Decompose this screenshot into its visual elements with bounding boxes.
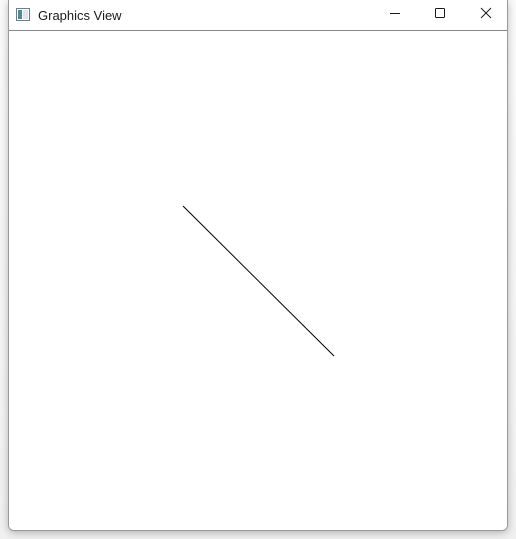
maximize-button[interactable] [417,0,463,30]
window-title: Graphics View [38,8,122,23]
minimize-button[interactable] [372,0,418,30]
maximize-icon [434,6,446,24]
graphics-scene [182,205,335,357]
window-app-icon [16,8,30,21]
close-button[interactable] [463,0,507,30]
minimize-icon [389,6,401,24]
close-icon [480,6,492,24]
graphics-view-canvas[interactable] [9,31,507,530]
scene-line-item[interactable] [182,205,335,357]
graphics-view-window: Graphics View [8,0,508,531]
title-bar[interactable]: Graphics View [9,0,507,31]
